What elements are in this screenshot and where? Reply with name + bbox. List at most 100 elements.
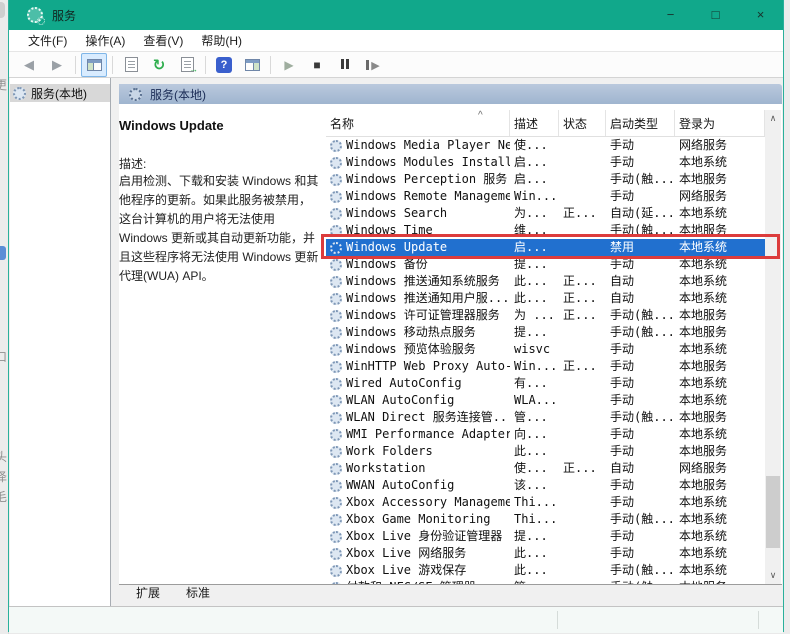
service-description-cell: Win... xyxy=(510,188,559,205)
column-header-name[interactable]: 名称 ^ xyxy=(326,110,510,136)
table-row[interactable]: Xbox Live 网络服务此...手动本地系统 xyxy=(326,545,765,562)
table-row[interactable]: Windows 预览体验服务wisvc手动本地系统 xyxy=(326,341,765,358)
view-tab-standard[interactable]: 标准 xyxy=(174,585,222,602)
status-bar xyxy=(9,606,783,633)
panel-splitter[interactable] xyxy=(111,78,119,606)
table-row[interactable]: Windows Remote Manageme...Win...手动网络服务 xyxy=(326,188,765,205)
table-row[interactable]: Windows 移动热点服务提...手动(触...本地服务 xyxy=(326,324,765,341)
service-name-cell[interactable]: Windows Media Player Ne... xyxy=(326,137,510,154)
table-row[interactable]: Windows Time维...手动(触...本地服务 xyxy=(326,222,765,239)
service-name-cell[interactable]: WLAN AutoConfig xyxy=(326,392,510,409)
forward-icon[interactable]: ▶ xyxy=(44,53,70,77)
service-name-cell[interactable]: Work Folders xyxy=(326,443,510,460)
maximize-button[interactable]: □ xyxy=(693,0,738,30)
service-name-cell[interactable]: WLAN Direct 服务连接管... xyxy=(326,409,510,426)
service-status-cell xyxy=(559,426,606,443)
minimize-button[interactable]: − xyxy=(648,0,693,30)
service-name-cell[interactable]: Windows 预览体验服务 xyxy=(326,341,510,358)
list-rows: Windows Media Player Ne...使...手动网络服务Wind… xyxy=(326,137,765,585)
table-row[interactable]: Windows Perception 服务启...手动(触...本地服务 xyxy=(326,171,765,188)
service-name-cell[interactable]: Xbox Live 游戏保存 xyxy=(326,562,510,579)
column-header-description[interactable]: 描述 xyxy=(510,110,559,136)
table-row[interactable]: Windows Search为...正...自动(延...本地系统 xyxy=(326,205,765,222)
menu-item[interactable]: 文件(F) xyxy=(19,30,76,51)
table-row[interactable]: Xbox Live 身份验证管理器提...手动本地系统 xyxy=(326,528,765,545)
action-pane-icon[interactable] xyxy=(239,53,265,77)
table-row[interactable]: Workstation使...正...自动网络服务 xyxy=(326,460,765,477)
properties-icon[interactable] xyxy=(118,53,144,77)
table-row[interactable]: Windows 推送通知用户服...此...正...自动本地系统 xyxy=(326,290,765,307)
column-header-status[interactable]: 状态 xyxy=(559,110,606,136)
back-icon[interactable]: ◀ xyxy=(16,53,42,77)
service-name-cell[interactable]: Windows 推送通知系统服务 xyxy=(326,273,510,290)
table-row[interactable]: Windows Modules Installer启...手动本地系统 xyxy=(326,154,765,171)
column-header-startup-type[interactable]: 启动类型 xyxy=(606,110,675,136)
table-row[interactable]: Windows 许可证管理器服务为 ...正...手动(触...本地服务 xyxy=(326,307,765,324)
service-description-cell: 启... xyxy=(510,239,559,256)
table-row[interactable]: Work Folders此...手动本地服务 xyxy=(326,443,765,460)
service-name-cell[interactable]: Xbox Live 身份验证管理器 xyxy=(326,528,510,545)
table-row[interactable]: Xbox Game MonitoringThi...手动(触...本地系统 xyxy=(326,511,765,528)
service-name-cell[interactable]: Windows Remote Manageme... xyxy=(326,188,510,205)
start-service-icon[interactable]: ▶ xyxy=(276,53,302,77)
stop-service-icon[interactable]: ■ xyxy=(304,53,330,77)
table-row[interactable]: Windows Update启...禁用本地系统 xyxy=(326,239,765,256)
service-name-cell[interactable]: Windows 备份 xyxy=(326,256,510,273)
details-panel: 服务(本地) Windows Update 描述: 启用检测、下载和安装 Win… xyxy=(119,78,783,606)
view-tab-extended[interactable]: 扩展 xyxy=(124,585,172,602)
service-name-cell[interactable]: WWAN AutoConfig xyxy=(326,477,510,494)
services-app-icon xyxy=(27,7,43,23)
table-row[interactable]: Windows Media Player Ne...使...手动网络服务 xyxy=(326,137,765,154)
scroll-up-icon[interactable]: ∧ xyxy=(765,110,781,126)
table-row[interactable]: WWAN AutoConfig该...手动本地服务 xyxy=(326,477,765,494)
service-status-cell xyxy=(559,443,606,460)
service-name-cell[interactable]: Windows 推送通知用户服... xyxy=(326,290,510,307)
pause-service-icon[interactable] xyxy=(332,53,358,77)
service-name-cell[interactable]: Xbox Game Monitoring xyxy=(326,511,510,528)
service-description-cell: 提... xyxy=(510,324,559,341)
service-name-cell[interactable]: Windows 许可证管理器服务 xyxy=(326,307,510,324)
vertical-scrollbar[interactable]: ∧ ∨ xyxy=(765,110,781,585)
table-row[interactable]: Windows 推送通知系统服务此...正...自动本地系统 xyxy=(326,273,765,290)
service-startup-type-cell: 自动(延... xyxy=(606,205,675,222)
service-logon-cell: 网络服务 xyxy=(675,188,765,205)
table-row[interactable]: Wired AutoConfig有...手动本地系统 xyxy=(326,375,765,392)
table-row[interactable]: Xbox Accessory Manageme...Thi...手动本地系统 xyxy=(326,494,765,511)
scroll-down-icon[interactable]: ∨ xyxy=(765,567,781,583)
service-name-cell[interactable]: Xbox Accessory Manageme... xyxy=(326,494,510,511)
service-name-cell[interactable]: Workstation xyxy=(326,460,510,477)
help-icon[interactable]: ? xyxy=(211,53,237,77)
table-row[interactable]: WMI Performance Adapter向...手动本地系统 xyxy=(326,426,765,443)
restart-service-icon[interactable]: ▶ xyxy=(360,53,386,77)
service-startup-type-cell: 手动 xyxy=(606,426,675,443)
scrollbar-thumb[interactable] xyxy=(766,476,780,548)
console-tree-icon[interactable] xyxy=(81,53,107,77)
service-name-cell[interactable]: Windows Update xyxy=(326,239,510,256)
close-button[interactable]: × xyxy=(738,0,783,30)
menu-item[interactable]: 查看(V) xyxy=(134,30,192,51)
refresh-icon[interactable]: ↻ xyxy=(146,53,172,77)
service-name-cell[interactable]: Windows Modules Installer xyxy=(326,154,510,171)
title-bar[interactable]: 服务 − □ × xyxy=(9,0,783,30)
service-name-cell[interactable]: Wired AutoConfig xyxy=(326,375,510,392)
screen: 更口头泽毛 服务 − □ × 文件(F)操作(A)查看(V)帮助(H) ◀▶↻→… xyxy=(0,0,790,634)
menu-item[interactable]: 操作(A) xyxy=(76,30,134,51)
service-name-cell[interactable]: WMI Performance Adapter xyxy=(326,426,510,443)
export-list-icon[interactable]: → xyxy=(174,53,200,77)
service-name-cell[interactable]: WinHTTP Web Proxy Auto-... xyxy=(326,358,510,375)
menu-item[interactable]: 帮助(H) xyxy=(192,30,251,51)
table-row[interactable]: WinHTTP Web Proxy Auto-...Win...正...手动本地… xyxy=(326,358,765,375)
service-logon-cell: 本地系统 xyxy=(675,375,765,392)
service-name-cell[interactable]: Windows Perception 服务 xyxy=(326,171,510,188)
service-name-cell[interactable]: Windows Time xyxy=(326,222,510,239)
service-name-cell[interactable]: Xbox Live 网络服务 xyxy=(326,545,510,562)
column-header-logon-as[interactable]: 登录为 xyxy=(675,110,765,136)
service-gear-icon xyxy=(330,429,342,441)
table-row[interactable]: Xbox Live 游戏保存此...手动(触...本地系统 xyxy=(326,562,765,579)
tree-item-services-local[interactable]: 服务(本地) xyxy=(10,84,110,102)
table-row[interactable]: WLAN AutoConfigWLA...手动本地系统 xyxy=(326,392,765,409)
service-name-cell[interactable]: Windows 移动热点服务 xyxy=(326,324,510,341)
service-name-cell[interactable]: Windows Search xyxy=(326,205,510,222)
table-row[interactable]: Windows 备份提...手动本地系统 xyxy=(326,256,765,273)
table-row[interactable]: WLAN Direct 服务连接管...管...手动(触...本地服务 xyxy=(326,409,765,426)
